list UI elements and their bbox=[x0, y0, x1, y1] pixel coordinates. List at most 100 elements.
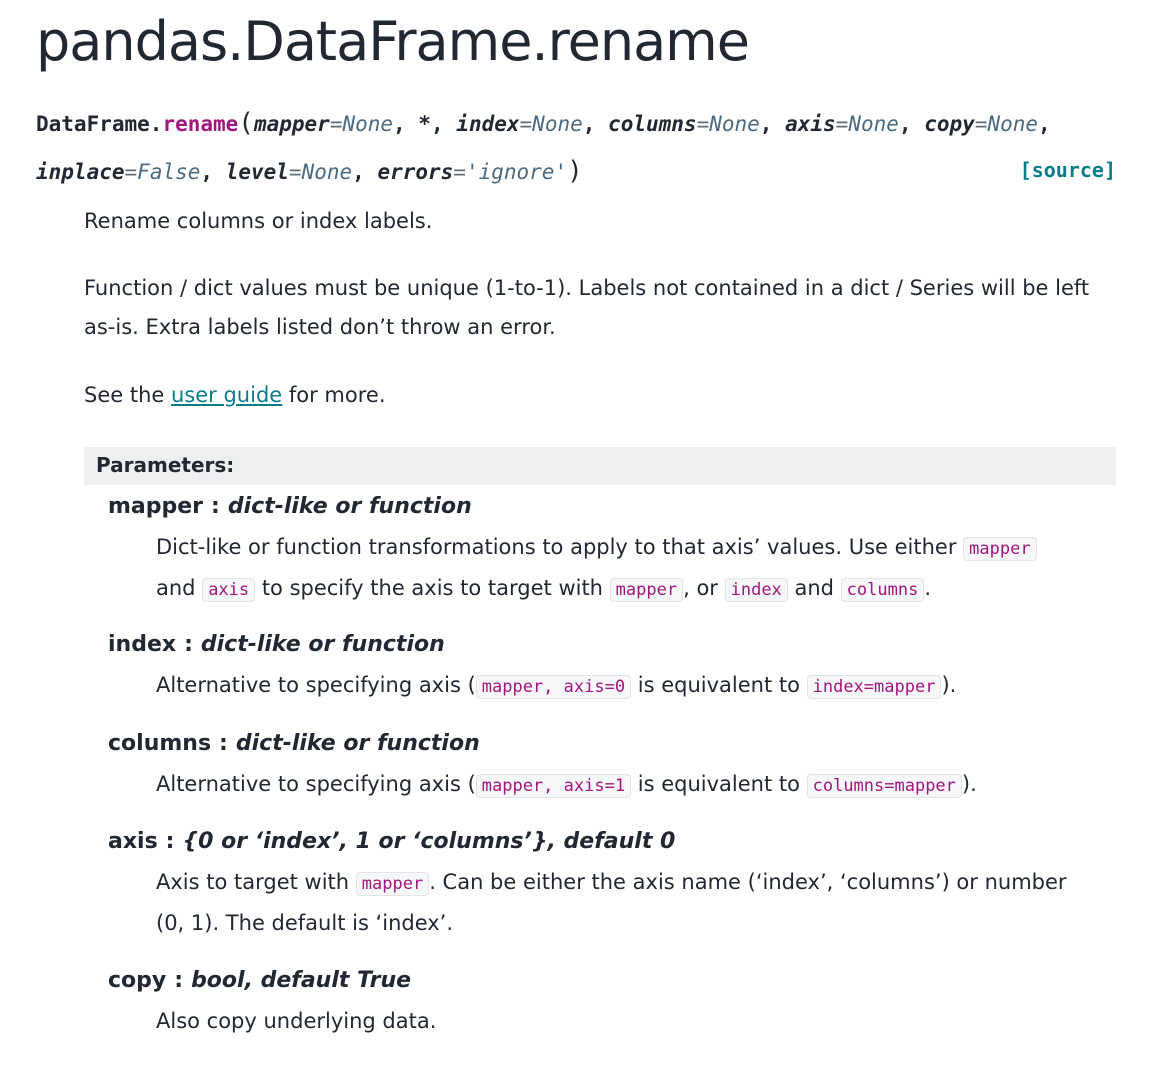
parameter-type: bool, default True bbox=[191, 968, 412, 993]
parameter-heading: copy: bool, default True bbox=[108, 968, 1080, 993]
signature-param-name: errors bbox=[377, 160, 454, 184]
parameter-separator: : bbox=[174, 968, 184, 993]
description-text: , or bbox=[683, 576, 725, 600]
inline-code: columns bbox=[840, 578, 925, 602]
signature-param-name: level bbox=[225, 160, 289, 184]
inline-code: mapper, axis=1 bbox=[475, 774, 632, 798]
inline-code: index=mapper bbox=[806, 675, 942, 699]
description-text: Alternative to specifying axis ( bbox=[156, 673, 476, 697]
signature-param-equals: = bbox=[288, 160, 302, 184]
description-text: is equivalent to bbox=[631, 772, 807, 796]
description-text: ). bbox=[961, 772, 977, 796]
description-text: and bbox=[156, 576, 203, 600]
signature-close-paren: ) bbox=[567, 156, 583, 186]
inline-code: mapper bbox=[609, 578, 684, 602]
signature-param-default: None bbox=[342, 112, 394, 136]
inline-code: index bbox=[724, 578, 788, 602]
parameter-item: index: dict-like or function Alternative t… bbox=[108, 632, 1080, 699]
parameter-separator: : bbox=[211, 494, 220, 519]
inline-code: mapper, axis=0 bbox=[475, 675, 632, 699]
parameter-name: axis bbox=[108, 829, 158, 854]
parameter-item: columns: dict-like or function Alternative… bbox=[108, 731, 1080, 798]
signature-param-separator: , bbox=[352, 160, 378, 184]
description-text: and bbox=[787, 576, 841, 600]
signature-line-1: DataFrame.rename(mapper=None, *, index=N… bbox=[36, 110, 1116, 136]
parameter-separator: : bbox=[219, 731, 228, 756]
signature-param-separator: , bbox=[431, 112, 457, 136]
signature-param-separator: , bbox=[898, 112, 925, 136]
see-also-after: for more. bbox=[282, 383, 386, 407]
signature-param-default: None bbox=[848, 112, 899, 136]
signature-open-paren: ( bbox=[238, 108, 254, 138]
signature-param-name: copy bbox=[924, 112, 975, 136]
description-text: Alternative to specifying axis ( bbox=[156, 772, 476, 796]
parameter-item: mapper: dict-like or function Dict-like or… bbox=[108, 494, 1080, 602]
signature-param-separator: , bbox=[1038, 112, 1051, 136]
parameter-name: copy bbox=[108, 968, 167, 993]
signature-param-default: None bbox=[532, 112, 583, 136]
signature-param-separator: , bbox=[582, 112, 609, 136]
parameters-header-label: Parameters: bbox=[96, 453, 235, 477]
parameter-name: index bbox=[108, 632, 177, 657]
signature-params-2: inplace=False, level=None, errors='ignor… bbox=[36, 160, 567, 184]
parameter-heading: mapper: dict-like or function bbox=[108, 494, 1080, 519]
summary-text: Rename columns or index labels. bbox=[84, 209, 433, 233]
signature-param-equals: = bbox=[519, 112, 533, 136]
signature-param-equals: = bbox=[835, 112, 849, 136]
signature-param-name: mapper bbox=[253, 112, 330, 136]
description-text: Axis to target with bbox=[156, 870, 356, 894]
signature-param-default: None bbox=[709, 112, 760, 136]
description-text: is equivalent to bbox=[631, 673, 807, 697]
signature-param-equals: = bbox=[974, 112, 988, 136]
parameter-description: Alternative to specifying axis (mapper, … bbox=[156, 666, 1080, 707]
description-text: Also copy underlying data. bbox=[156, 1009, 437, 1033]
parameter-type: dict-like or function bbox=[200, 632, 445, 657]
see-also-text: See the user guide for more. bbox=[84, 376, 1104, 415]
inline-code: columns=mapper bbox=[806, 774, 962, 798]
signature-param-name: inplace bbox=[36, 160, 125, 184]
signature-param-default: None bbox=[301, 160, 353, 184]
signature-param-separator: , bbox=[393, 112, 419, 136]
signature-param-separator: , bbox=[200, 160, 226, 184]
description-text: . bbox=[924, 576, 931, 600]
signature-param-equals: = bbox=[124, 160, 138, 184]
signature-class: DataFrame. bbox=[36, 112, 163, 136]
parameter-heading: axis: {0 or ‘index’, 1 or ‘columns’}, def… bbox=[108, 829, 1080, 854]
page-title: pandas.DataFrame.rename bbox=[36, 10, 750, 73]
source-link[interactable]: [source] bbox=[1020, 158, 1116, 182]
signature-param-equals: = bbox=[453, 160, 466, 184]
parameter-description: Also copy underlying data. bbox=[156, 1002, 1080, 1041]
parameter-name: mapper bbox=[108, 494, 204, 519]
signature-param-equals: = bbox=[329, 112, 343, 136]
inline-code: mapper bbox=[355, 872, 430, 896]
signature-params-1: mapper=None, *, index=None, columns=None… bbox=[254, 112, 1051, 136]
parameter-description: Alternative to specifying axis (mapper, … bbox=[156, 765, 1080, 806]
parameter-item: axis: {0 or ‘index’, 1 or ‘columns’}, def… bbox=[108, 829, 1080, 935]
description-text: ). bbox=[941, 673, 957, 697]
inline-code: axis bbox=[202, 578, 256, 602]
user-guide-link[interactable]: user guide bbox=[171, 383, 282, 407]
parameter-heading: columns: dict-like or function bbox=[108, 731, 1080, 756]
signature-param-default: None bbox=[987, 112, 1039, 136]
see-also-before: See the bbox=[84, 383, 171, 407]
parameter-description: Dict-like or function transformations to… bbox=[156, 528, 1080, 610]
parameter-type: dict-like or function bbox=[227, 494, 472, 519]
parameter-separator: : bbox=[165, 829, 175, 854]
signature-param-name: * bbox=[418, 112, 431, 136]
signature-line-2: inplace=False, level=None, errors='ignor… bbox=[36, 158, 1116, 184]
description-text: Function / dict values must be unique (1… bbox=[84, 276, 1090, 339]
inline-code: mapper bbox=[963, 537, 1037, 561]
signature-param-default: 'ignore' bbox=[465, 160, 568, 184]
parameter-name: columns bbox=[108, 731, 212, 756]
signature-param-default: False bbox=[137, 160, 201, 184]
signature-function: rename bbox=[162, 112, 239, 136]
parameter-item: copy: bool, default True Also copy underly… bbox=[108, 968, 1080, 1033]
parameter-separator: : bbox=[184, 632, 193, 657]
parameter-description: Axis to target with mapper. Can be eithe… bbox=[156, 863, 1080, 943]
description-text: to specify the axis to target with bbox=[255, 576, 610, 600]
parameter-heading: index: dict-like or function bbox=[108, 632, 1080, 657]
signature-param-name: axis bbox=[785, 112, 836, 136]
parameter-type: {0 or ‘index’, 1 or ‘columns’}, default … bbox=[182, 829, 676, 854]
signature-param-equals: = bbox=[696, 112, 710, 136]
signature-param-name: index bbox=[456, 112, 520, 136]
